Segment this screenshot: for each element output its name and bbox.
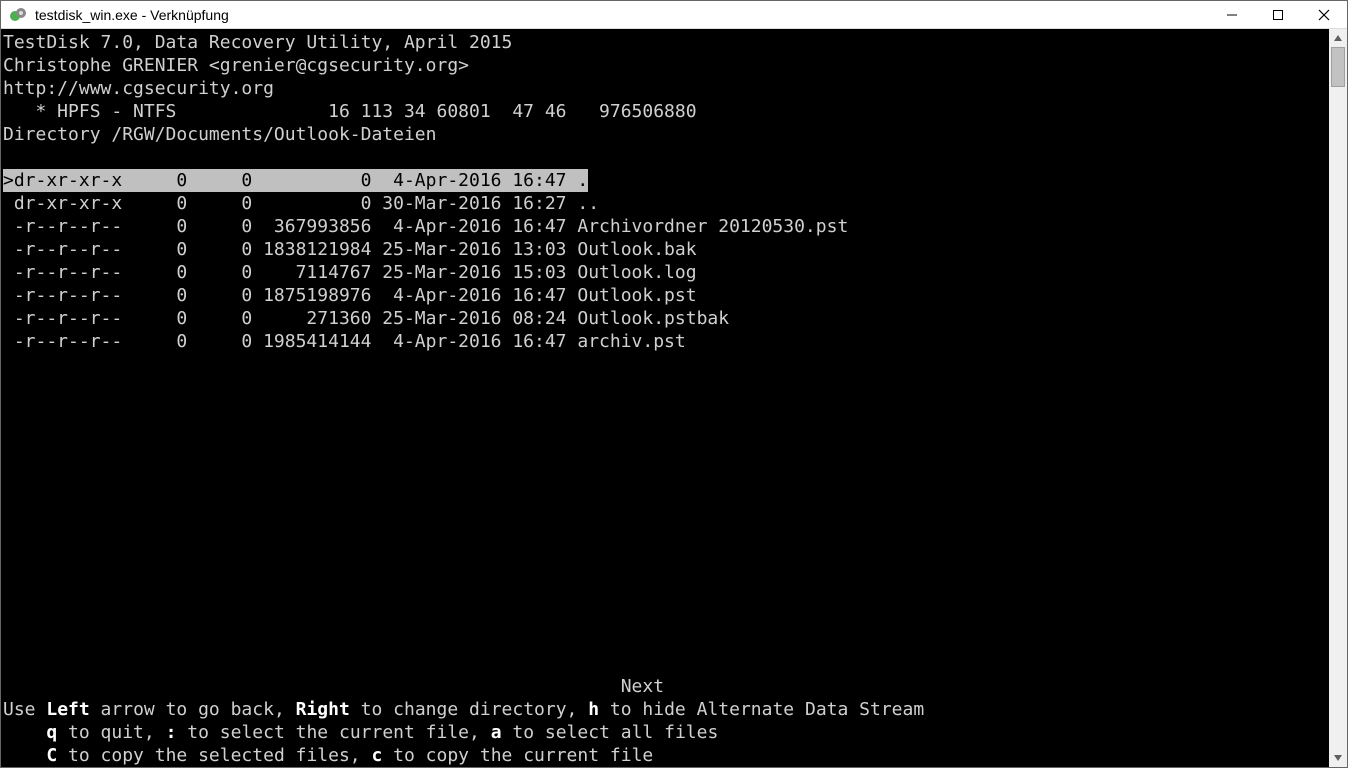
titlebar[interactable]: testdisk_win.exe - Verknüpfung [1, 1, 1347, 29]
console-line [3, 514, 1329, 537]
help-line: Use Left arrow to go back, Right to chan… [3, 698, 1329, 721]
console-line [3, 146, 1329, 169]
scrollbar-thumb[interactable] [1331, 47, 1345, 87]
file-row[interactable]: >dr-xr-xr-x 0 0 0 4-Apr-2016 16:47 . [3, 169, 1329, 192]
file-row[interactable]: -r--r--r-- 0 0 7114767 25-Mar-2016 15:03… [3, 261, 1329, 284]
console-line: * HPFS - NTFS 16 113 34 60801 47 46 9765… [3, 100, 1329, 123]
console-line [3, 399, 1329, 422]
console-line [3, 652, 1329, 675]
console-line [3, 468, 1329, 491]
next-indicator: Next [3, 675, 1329, 698]
window-title: testdisk_win.exe - Verknüpfung [35, 7, 1209, 23]
scrollbar-track[interactable] [1329, 47, 1347, 749]
console-line [3, 583, 1329, 606]
console-line [3, 445, 1329, 468]
console-line [3, 353, 1329, 376]
app-window: testdisk_win.exe - Verknüpfung TestDisk … [0, 0, 1348, 768]
console-output[interactable]: TestDisk 7.0, Data Recovery Utility, Apr… [1, 29, 1329, 767]
console-line: Directory /RGW/Documents/Outlook-Dateien [3, 123, 1329, 146]
file-row[interactable]: -r--r--r-- 0 0 1838121984 25-Mar-2016 13… [3, 238, 1329, 261]
console-line [3, 491, 1329, 514]
scroll-up-arrow-icon[interactable] [1329, 29, 1347, 47]
console-line [3, 629, 1329, 652]
file-row[interactable]: dr-xr-xr-x 0 0 0 30-Mar-2016 16:27 .. [3, 192, 1329, 215]
console-line [3, 606, 1329, 629]
maximize-button[interactable] [1255, 1, 1301, 28]
app-icon [9, 6, 27, 24]
console-line: Christophe GRENIER <grenier@cgsecurity.o… [3, 54, 1329, 77]
help-line: q to quit, : to select the current file,… [3, 721, 1329, 744]
console-line [3, 537, 1329, 560]
file-row[interactable]: -r--r--r-- 0 0 1985414144 4-Apr-2016 16:… [3, 330, 1329, 353]
console-line: http://www.cgsecurity.org [3, 77, 1329, 100]
vertical-scrollbar[interactable] [1329, 29, 1347, 767]
scroll-down-arrow-icon[interactable] [1329, 749, 1347, 767]
console-line [3, 376, 1329, 399]
close-button[interactable] [1301, 1, 1347, 28]
window-controls [1209, 1, 1347, 28]
minimize-button[interactable] [1209, 1, 1255, 28]
console-line [3, 560, 1329, 583]
file-row[interactable]: -r--r--r-- 0 0 367993856 4-Apr-2016 16:4… [3, 215, 1329, 238]
file-row[interactable]: -r--r--r-- 0 0 1875198976 4-Apr-2016 16:… [3, 284, 1329, 307]
console-line [3, 422, 1329, 445]
help-line: C to copy the selected files, c to copy … [3, 744, 1329, 767]
file-row[interactable]: -r--r--r-- 0 0 271360 25-Mar-2016 08:24 … [3, 307, 1329, 330]
console-line: TestDisk 7.0, Data Recovery Utility, Apr… [3, 31, 1329, 54]
client-area: TestDisk 7.0, Data Recovery Utility, Apr… [1, 29, 1347, 767]
